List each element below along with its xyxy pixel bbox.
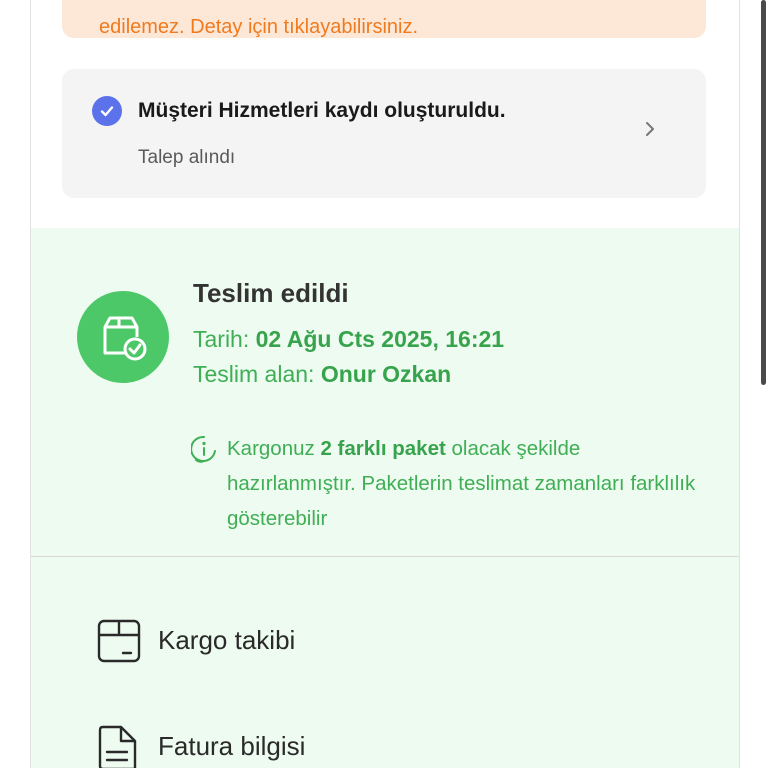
check-icon: [92, 96, 122, 126]
delivered-box-icon: [77, 291, 169, 383]
cargo-tracking-button[interactable]: Kargo takibi: [97, 619, 657, 663]
info-icon: [191, 435, 216, 463]
warning-banner-text: edilemez. Detay için tıklayabilirsiniz.: [99, 16, 419, 38]
ticket-title: Müşteri Hizmetleri kaydı oluşturuldu.: [138, 99, 506, 122]
ticket-status: Talep alındı: [138, 147, 236, 168]
box-icon: [97, 619, 141, 663]
delivery-status-section: Teslim edildi Tarih: 02 Ağu Cts 2025, 16…: [31, 228, 739, 557]
delivery-receiver: Teslim alan: Onur Ozkan: [193, 361, 451, 388]
receiver-label: Teslim alan:: [193, 361, 315, 387]
package-info-prefix: Kargonuz: [227, 437, 321, 460]
package-info-highlight: 2 farklı paket: [320, 437, 446, 460]
scrollbar[interactable]: [761, 0, 766, 385]
document-icon: [98, 725, 137, 768]
delivery-date-label: Tarih:: [193, 326, 250, 352]
invoice-info-label: Fatura bilgisi: [158, 731, 306, 761]
order-detail-panel: edilemez. Detay için tıklayabilirsiniz. …: [30, 0, 740, 768]
receiver-name: Onur Ozkan: [320, 361, 452, 387]
chevron-right-icon: [646, 122, 654, 136]
order-actions-section: Kargo takibi Fatura bilgisi: [31, 557, 739, 768]
customer-service-ticket-card[interactable]: Müşteri Hizmetleri kaydı oluşturuldu. Ta…: [62, 69, 706, 198]
delivery-date-value: 02 Ağu Cts 2025, 16:21: [255, 326, 505, 352]
package-info-text: Kargonuz 2 farklı paket olacak şekilde h…: [227, 431, 697, 536]
cargo-tracking-label: Kargo takibi: [158, 625, 296, 655]
delivery-date: Tarih: 02 Ağu Cts 2025, 16:21: [193, 326, 504, 353]
invoice-info-button[interactable]: Fatura bilgisi: [97, 725, 657, 768]
delivery-status-title: Teslim edildi: [193, 278, 349, 308]
